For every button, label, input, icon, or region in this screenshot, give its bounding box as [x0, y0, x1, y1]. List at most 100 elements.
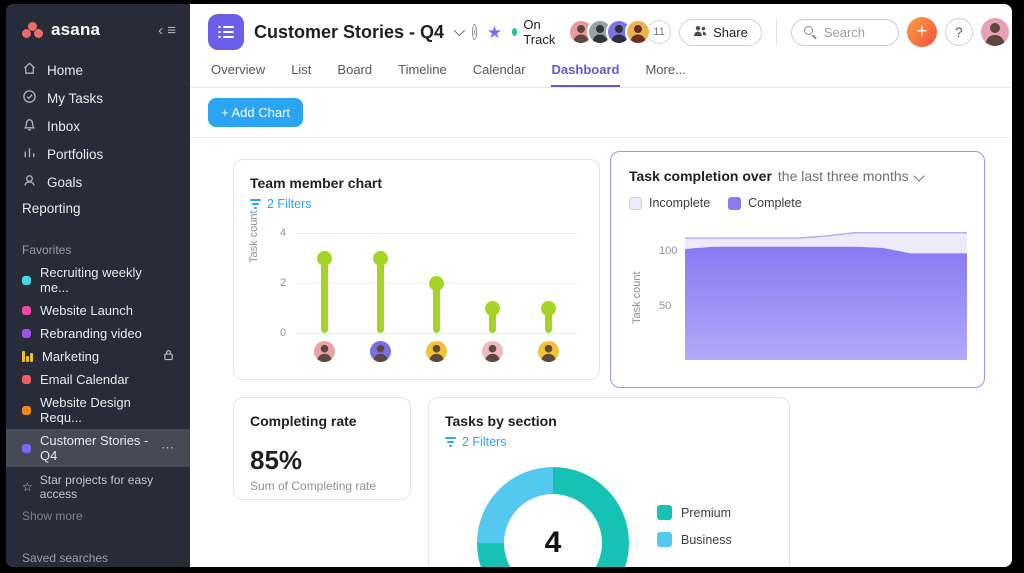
fav-label: Customer Stories - Q4: [40, 433, 152, 463]
tab-dashboard[interactable]: Dashboard: [551, 58, 621, 87]
mini-bar-chart-icon: [22, 351, 33, 362]
tab-more[interactable]: More...: [644, 58, 686, 87]
bar-chart-icon: [22, 145, 37, 163]
sidebar-item-inbox[interactable]: Inbox: [6, 112, 190, 140]
favorite-star-icon[interactable]: ★: [487, 24, 502, 41]
lollipop-stick[interactable]: [377, 258, 384, 333]
lollipop-dot[interactable]: [429, 276, 444, 291]
project-dot-icon: [22, 306, 31, 315]
tab-calendar[interactable]: Calendar: [472, 58, 527, 87]
target-icon: [22, 173, 37, 191]
fav-label: Recruiting weekly me...: [40, 265, 174, 295]
filters-label: 2 Filters: [267, 197, 311, 211]
sidebar-item-label: Goals: [47, 175, 82, 190]
completing-rate-card[interactable]: Completing rate 85% Sum of Completing ra…: [233, 397, 411, 500]
profile-avatar[interactable]: [981, 18, 1009, 46]
chart-legend: Premium Business: [657, 505, 732, 547]
status-dot-icon: [512, 28, 517, 36]
tab-timeline[interactable]: Timeline: [397, 58, 448, 87]
dashboard-toolbar: + Add Chart: [190, 88, 1012, 138]
share-button[interactable]: Share: [679, 19, 762, 46]
collapse-sidebar-icon[interactable]: ‹ ≡: [158, 22, 176, 39]
sidebar-item-goals[interactable]: Goals: [6, 168, 190, 196]
sidebar-fav-website-launch[interactable]: Website Launch: [6, 299, 190, 322]
area-chart: Task count 100 50: [629, 224, 966, 364]
sidebar-fav-rebranding[interactable]: Rebranding video: [6, 322, 190, 345]
member-avatars[interactable]: 11: [568, 19, 671, 45]
donut-ring[interactable]: 4: [477, 467, 629, 567]
legend-swatch: [657, 532, 672, 547]
chevron-down-icon[interactable]: [913, 170, 924, 181]
dashboard-content: Team member chart 2 Filters Task count 0…: [190, 138, 1012, 567]
fav-label: Email Calendar: [40, 372, 129, 387]
more-options-icon[interactable]: ⋯: [161, 440, 174, 456]
help-button[interactable]: ?: [945, 18, 973, 46]
fav-label: Marketing: [42, 349, 99, 364]
filters-link[interactable]: 2 Filters: [250, 197, 583, 211]
avatar: [538, 341, 559, 362]
tab-overview[interactable]: Overview: [210, 58, 266, 87]
search-icon: [804, 26, 816, 38]
sidebar-fav-customer-stories[interactable]: Customer Stories - Q4 ⋯: [6, 429, 190, 467]
project-dot-icon: [22, 276, 31, 285]
sidebar-item-my-tasks[interactable]: My Tasks: [6, 84, 190, 112]
sidebar-item-label: Reporting: [22, 201, 81, 216]
team-member-chart-card[interactable]: Team member chart 2 Filters Task count 0…: [233, 159, 600, 380]
add-chart-button[interactable]: + Add Chart: [208, 98, 303, 127]
y-axis-label: Task count: [248, 210, 260, 263]
tasks-by-section-card[interactable]: Tasks by section 2 Filters 4 Premium: [428, 397, 790, 567]
legend-premium[interactable]: Premium: [657, 505, 732, 520]
legend-swatch: [728, 197, 741, 210]
legend-business[interactable]: Business: [657, 532, 732, 547]
filters-link[interactable]: 2 Filters: [445, 435, 773, 449]
sidebar-fav-email-calendar[interactable]: Email Calendar: [6, 368, 190, 391]
y-tick: 4: [280, 227, 286, 239]
lollipop-stick[interactable]: [321, 258, 328, 333]
sidebar-fav-marketing[interactable]: Marketing: [6, 345, 190, 368]
asana-logo-text: asana: [51, 20, 100, 40]
legend-label: Premium: [681, 506, 731, 520]
lollipop-dot[interactable]: [373, 251, 388, 266]
legend-incomplete[interactable]: Incomplete: [629, 196, 710, 210]
project-list-icon[interactable]: [208, 14, 244, 50]
sidebar-item-reporting[interactable]: Reporting: [6, 196, 190, 221]
favorites-header: Favorites: [6, 237, 190, 261]
chart-title: Tasks by section: [445, 413, 773, 429]
fav-label: Rebranding video: [40, 326, 142, 341]
people-icon: [693, 25, 707, 40]
divider: [776, 19, 777, 45]
chevron-down-icon[interactable]: [454, 25, 465, 36]
info-icon[interactable]: i: [472, 24, 477, 40]
status-label: On Track: [523, 17, 558, 47]
y-tick: 100: [659, 245, 677, 257]
sidebar-item-label: Inbox: [47, 119, 80, 134]
y-tick: 0: [280, 327, 286, 339]
legend-complete[interactable]: Complete: [728, 196, 802, 210]
sidebar-item-portfolios[interactable]: Portfolios: [6, 140, 190, 168]
status-badge[interactable]: On Track: [512, 17, 558, 47]
star-outline-icon: ☆: [22, 480, 33, 494]
star-projects-hint: ☆ Star projects for easy access: [6, 467, 190, 503]
lollipop-dot[interactable]: [317, 251, 332, 266]
create-button[interactable]: +: [907, 17, 937, 47]
lollipop-dot[interactable]: [541, 301, 556, 316]
tab-list[interactable]: List: [290, 58, 312, 87]
page-title: Customer Stories - Q4: [254, 22, 444, 43]
lollipop-dot[interactable]: [485, 301, 500, 316]
filter-icon: [250, 199, 261, 208]
sidebar-fav-recruiting[interactable]: Recruiting weekly me...: [6, 261, 190, 299]
bell-icon: [22, 117, 37, 135]
date-range-selector[interactable]: the last three months: [778, 168, 909, 184]
sidebar-fav-website-design[interactable]: Website Design Requ...: [6, 391, 190, 429]
show-more-link[interactable]: Show more: [6, 503, 190, 529]
task-completion-card[interactable]: Task completion over the last three mont…: [610, 151, 985, 388]
donut-center-total: 4: [504, 494, 602, 567]
tab-board[interactable]: Board: [336, 58, 373, 87]
avatar: [625, 19, 651, 45]
search-input[interactable]: Search: [791, 19, 899, 46]
project-dot-icon: [22, 375, 31, 384]
metric-value: 85%: [250, 445, 394, 476]
home-icon: [22, 61, 37, 79]
lollipop-stick[interactable]: [433, 283, 440, 333]
sidebar-item-home[interactable]: Home: [6, 56, 190, 84]
